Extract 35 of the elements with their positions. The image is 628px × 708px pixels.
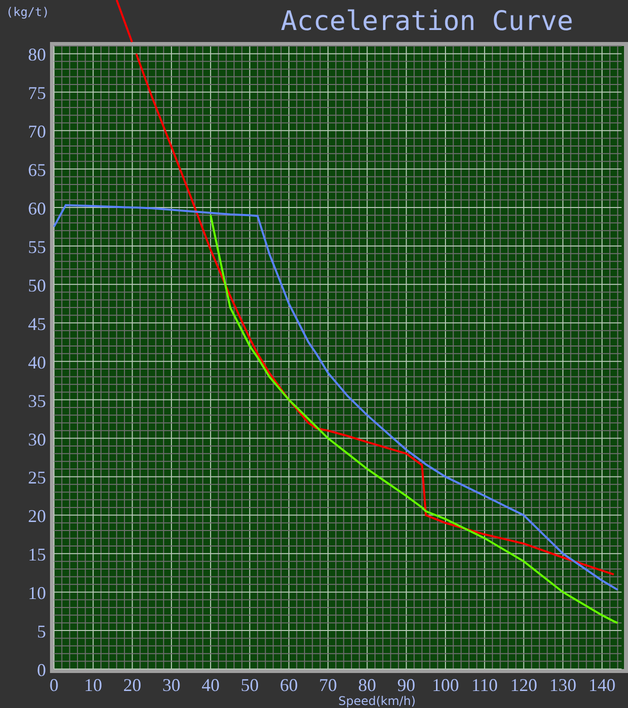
y-tick-label: 5 (37, 622, 46, 642)
y-tick-label: 35 (28, 390, 46, 411)
y-tick-label: 80 (28, 44, 46, 65)
x-tick-label: 20 (123, 675, 142, 695)
x-tick-label: 120 (510, 675, 538, 695)
y-tick-label: 20 (28, 506, 46, 526)
x-tick-label: 130 (549, 675, 576, 695)
x-tick-label: 60 (280, 675, 298, 695)
x-axis-label: Speed(km/h) (338, 694, 416, 708)
unit-label: (kg/t) (6, 5, 50, 19)
y-tick-label: 75 (28, 83, 46, 104)
x-tick-label: 90 (397, 675, 416, 695)
y-tick-label: 45 (28, 314, 46, 334)
y-tick-label: 15 (28, 544, 46, 565)
y-tick-label: 65 (28, 160, 46, 180)
x-tick-label: 10 (84, 675, 102, 695)
y-tick-label: 50 (28, 275, 46, 296)
y-tick-label: 10 (28, 583, 46, 604)
x-tick-label: 70 (319, 675, 338, 695)
x-tick-label: 50 (240, 675, 259, 695)
x-tick-label: 30 (162, 675, 180, 695)
x-tick-label: 0 (50, 675, 58, 695)
chart-title: Acceleration Curve (280, 6, 574, 37)
x-tick-label: 110 (471, 675, 498, 695)
x-tick-label: 40 (202, 675, 220, 695)
y-tick-label: 30 (28, 429, 46, 450)
y-tick-label: 25 (28, 468, 46, 488)
y-tick-label: 55 (28, 236, 46, 257)
y-tick-label: 40 (28, 352, 46, 372)
x-tick-label: 100 (432, 675, 459, 695)
x-tick-label: 80 (358, 675, 376, 695)
x-tick-label: 140 (588, 675, 616, 695)
y-tick-label: 0 (37, 660, 46, 680)
y-tick-label: 70 (28, 122, 46, 142)
y-tick-label: 60 (28, 198, 46, 219)
